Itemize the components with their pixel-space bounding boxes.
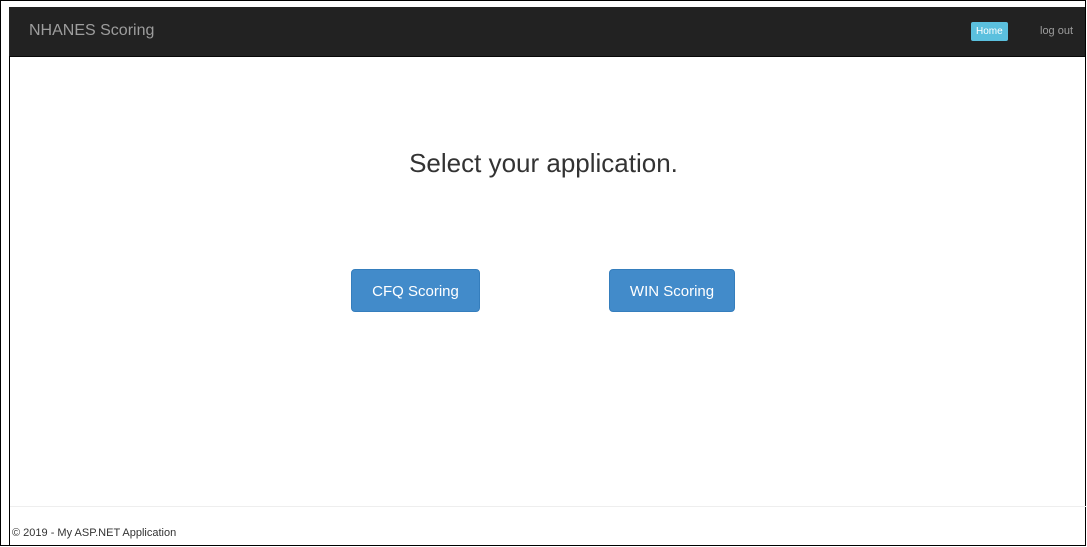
page-frame [0, 0, 1086, 546]
cfq-scoring-button[interactable]: CFQ Scoring [351, 269, 480, 312]
footer-copyright: © 2019 - My ASP.NET Application [12, 527, 177, 539]
content-left-border [9, 56, 10, 546]
navbar-brand[interactable]: NHANES Scoring [29, 21, 154, 41]
page-heading: Select your application. [409, 148, 678, 178]
nav-logout-link[interactable]: log out [1040, 22, 1073, 41]
footer-divider [10, 506, 1086, 507]
win-scoring-button[interactable]: WIN Scoring [609, 269, 735, 312]
navbar: NHANES Scoring Home log out [9, 7, 1085, 57]
nav-home-link[interactable]: Home [971, 22, 1008, 41]
